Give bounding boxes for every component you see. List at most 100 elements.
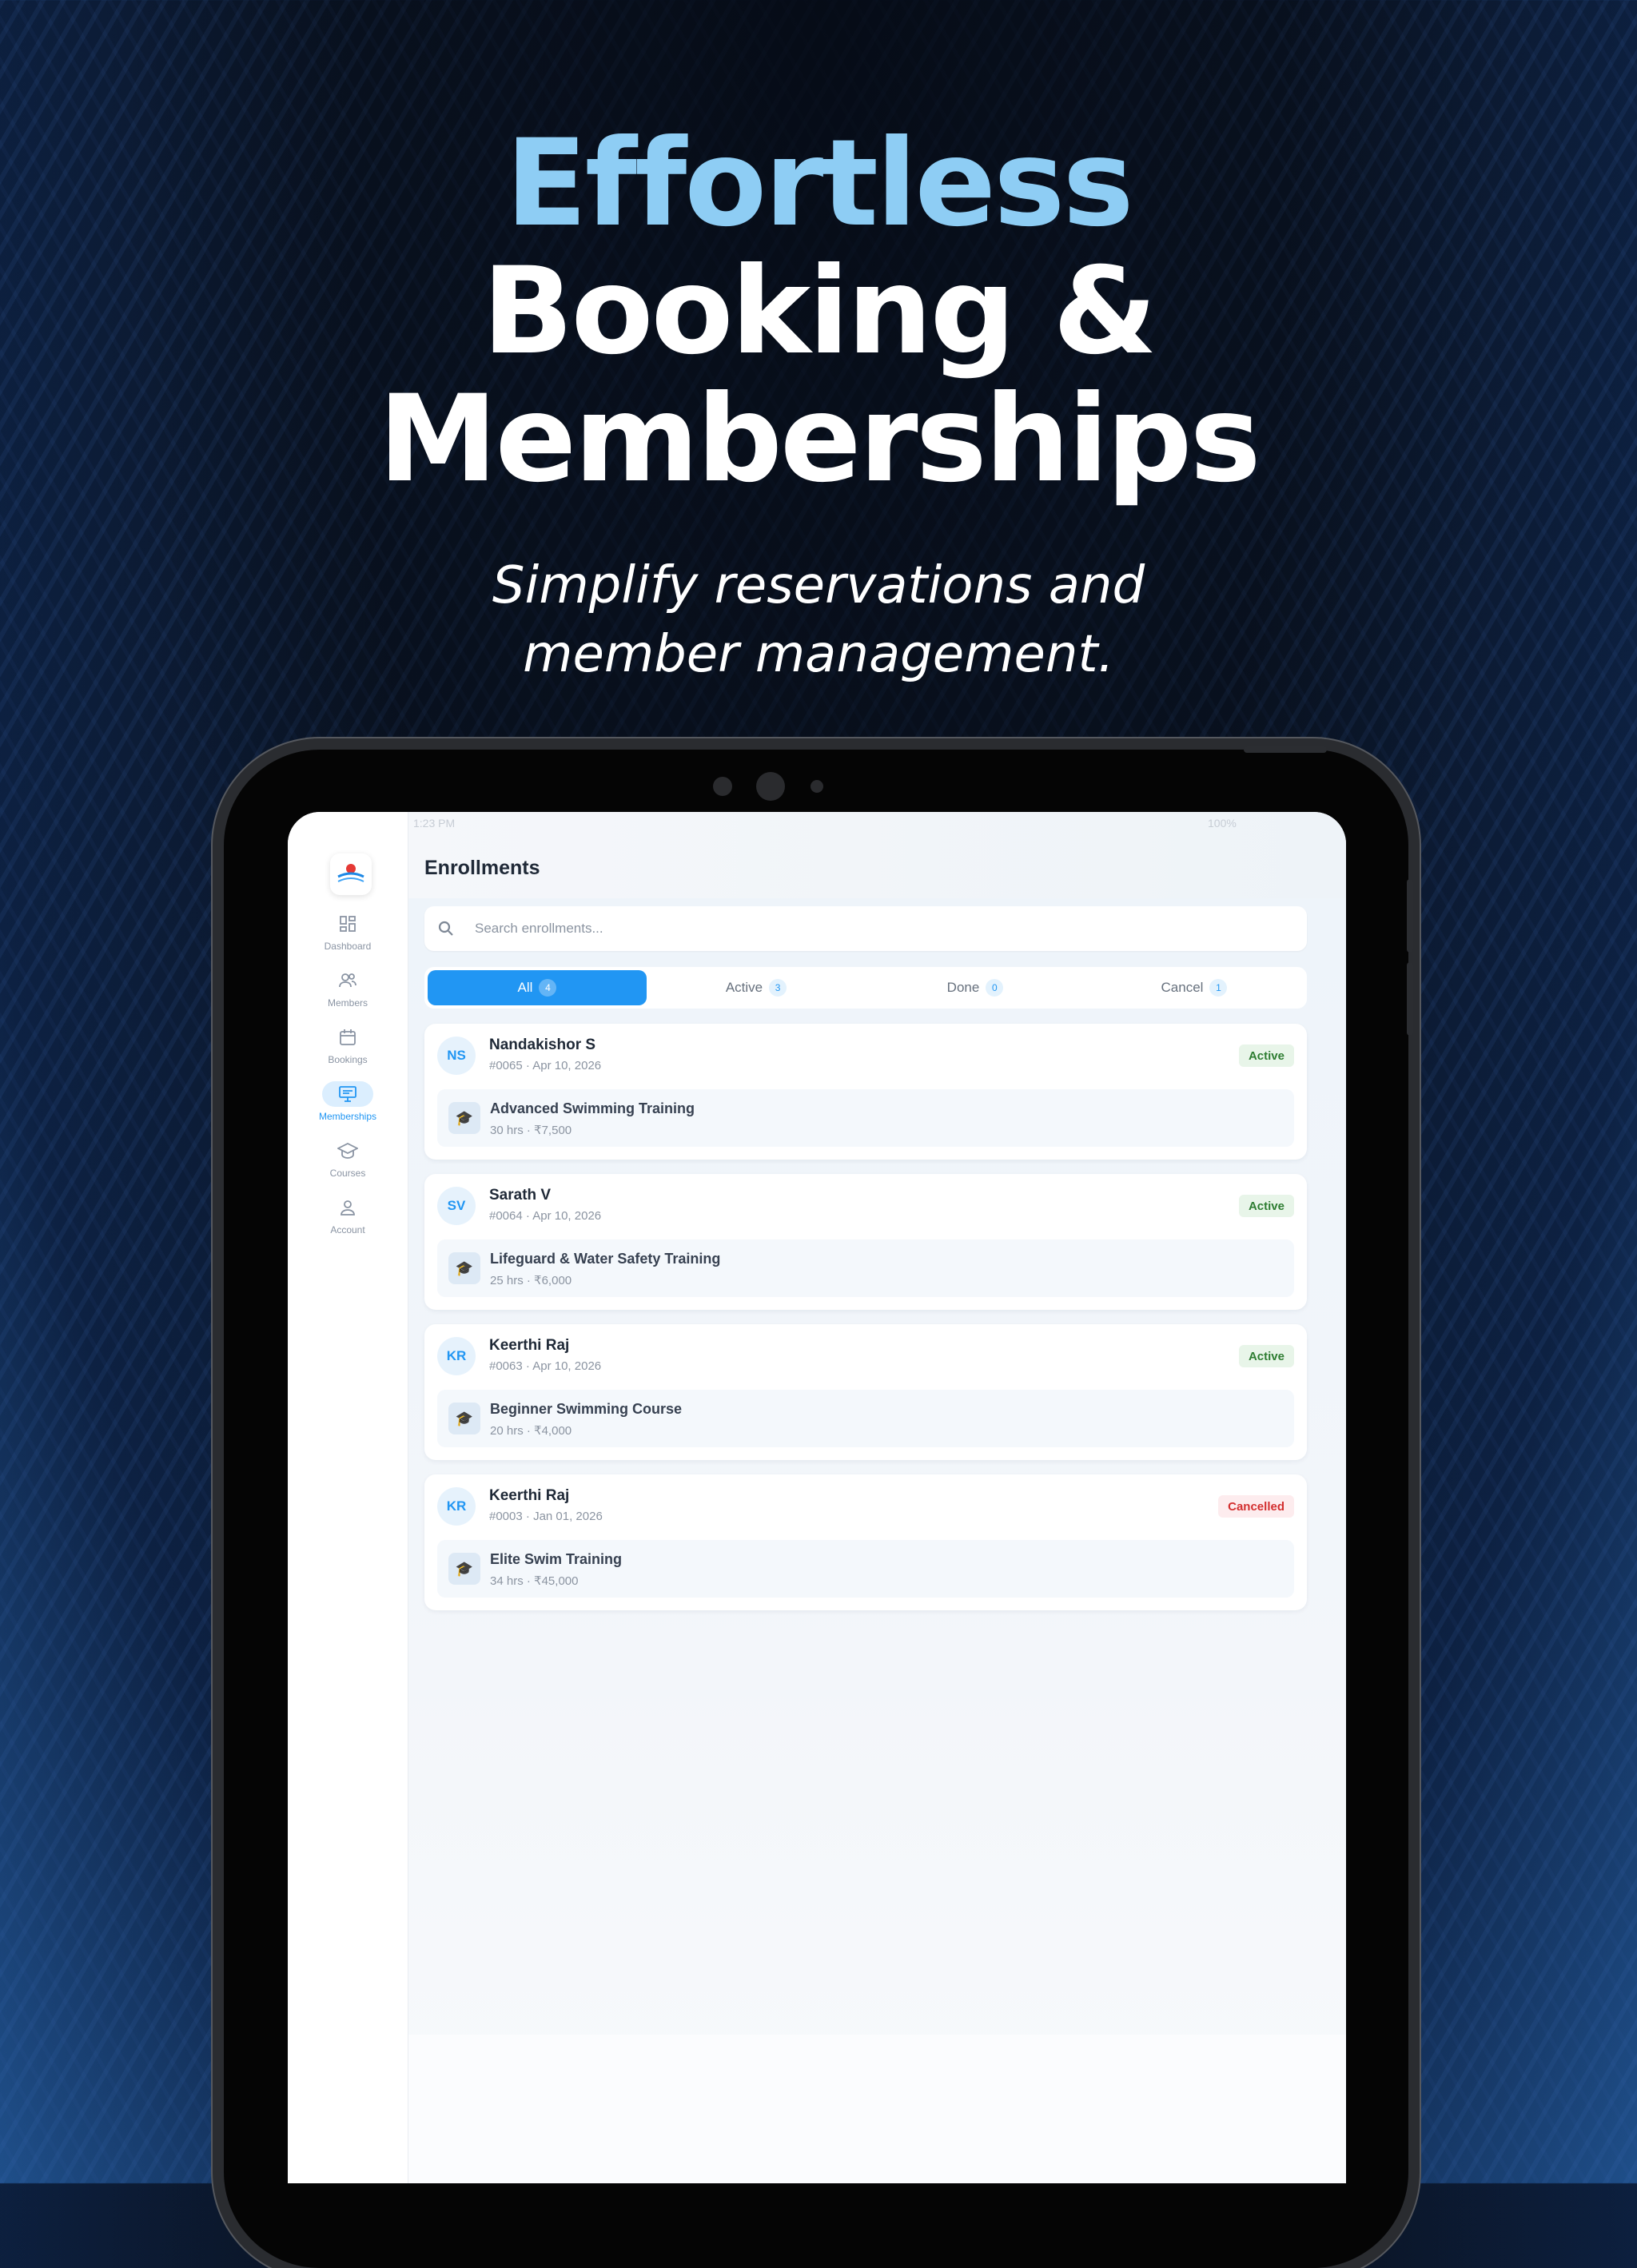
avatar: SV — [437, 1187, 476, 1225]
main-content: 1:23 PM 100% Enrollments Search enrollme… — [408, 812, 1346, 2183]
status-badge: Cancelled — [1218, 1495, 1294, 1518]
tab-all[interactable]: All 4 — [428, 970, 647, 1005]
header-bar: 1:23 PM 100% Enrollments — [408, 812, 1346, 898]
sidebar-item-bookings[interactable]: Bookings — [288, 1025, 408, 1072]
tab-label: All — [517, 980, 533, 995]
calendar-icon — [322, 1025, 373, 1050]
search-input[interactable]: Search enrollments... — [424, 906, 1307, 951]
graduation-cap-icon: 🎓 — [448, 1403, 480, 1434]
enrollment-meta: #0063 · Apr 10, 2026 — [489, 1359, 602, 1373]
enrollment-meta: #0065 · Apr 10, 2026 — [489, 1059, 602, 1072]
app-logo[interactable] — [330, 853, 372, 895]
tab-done[interactable]: Done 0 — [866, 970, 1085, 1005]
members-icon — [322, 968, 373, 993]
avatar: KR — [437, 1337, 476, 1375]
sidebar: Dashboard Members Bookings Memberships C… — [288, 812, 408, 2183]
filter-tabs: All 4 Active 3 Done 0 Cancel 1 — [424, 967, 1307, 1009]
app-screen: Dashboard Members Bookings Memberships C… — [288, 812, 1346, 2183]
hero-section: Effortless Booking & Memberships Simplif… — [0, 120, 1637, 689]
hero-subtitle-line1: Simplify reservations and — [492, 556, 1145, 615]
hero-subtitle-line2: member management. — [523, 625, 1114, 684]
search-placeholder: Search enrollments... — [475, 921, 603, 936]
enrollment-date: Jan 01, 2026 — [533, 1510, 603, 1523]
enrollment-id: #0063 — [489, 1359, 523, 1373]
sidebar-item-label: Bookings — [328, 1054, 368, 1065]
graduation-cap-icon: 🎓 — [448, 1252, 480, 1284]
camera-lens — [756, 772, 785, 801]
sidebar-item-members[interactable]: Members — [288, 968, 408, 1016]
tab-label: Done — [946, 980, 980, 995]
tab-count-badge: 0 — [986, 979, 1004, 997]
bottom-area — [408, 2035, 1346, 2183]
sidebar-item-courses[interactable]: Courses — [288, 1138, 408, 1186]
hero-title-line3: Memberships — [378, 370, 1261, 509]
hero-title: Effortless Booking & Memberships — [0, 120, 1637, 503]
course-price: ₹45,000 — [534, 1574, 579, 1588]
status-badge: Active — [1238, 1044, 1294, 1067]
enrollment-card[interactable]: KR Keerthi Raj #0003 · Jan 01, 2026 Canc… — [424, 1474, 1307, 1610]
course-meta: 30 hrs · ₹7,500 — [490, 1124, 572, 1137]
course-hours: 34 hrs — [490, 1574, 524, 1588]
course-price: ₹7,500 — [534, 1124, 572, 1137]
hero-subtitle: Simplify reservations and member managem… — [0, 551, 1637, 689]
enrollment-id: #0003 — [489, 1510, 523, 1523]
course-meta: 20 hrs · ₹4,000 — [490, 1424, 572, 1438]
logo-image — [337, 864, 364, 882]
course-name: Advanced Swimming Training — [490, 1100, 695, 1116]
course-row: 🎓 Elite Swim Training 34 hrs · ₹45,000 — [437, 1540, 1294, 1598]
sidebar-item-memberships[interactable]: Memberships — [288, 1081, 408, 1129]
tab-label: Active — [725, 980, 763, 995]
enrollment-id: #0064 — [489, 1209, 523, 1223]
membership-icon — [322, 1081, 373, 1107]
hero-title-line2: Booking & — [482, 242, 1157, 381]
course-hours: 25 hrs — [490, 1274, 524, 1287]
sidebar-item-label: Dashboard — [324, 941, 372, 952]
enrollment-card[interactable]: NS Nandakishor S #0065 · Apr 10, 2026 Ac… — [424, 1024, 1307, 1160]
enrollment-id: #0065 — [489, 1059, 523, 1072]
graduation-cap-icon — [322, 1138, 373, 1164]
course-row: 🎓 Beginner Swimming Course 20 hrs · ₹4,0… — [437, 1390, 1294, 1447]
person-icon — [322, 1195, 373, 1220]
status-badge: Active — [1238, 1195, 1294, 1217]
tab-count-badge: 4 — [539, 979, 557, 997]
member-name: Nandakishor S — [489, 1037, 596, 1053]
course-price: ₹4,000 — [534, 1424, 572, 1438]
search-icon — [437, 920, 455, 941]
avatar: NS — [437, 1037, 476, 1075]
course-name: Beginner Swimming Course — [490, 1401, 683, 1417]
status-battery: 100% — [1208, 817, 1237, 830]
sidebar-item-account[interactable]: Account — [288, 1195, 408, 1243]
enrollment-card[interactable]: SV Sarath V #0064 · Apr 10, 2026 Active … — [424, 1174, 1307, 1310]
course-hours: 30 hrs — [490, 1124, 524, 1137]
enrollment-date: Apr 10, 2026 — [532, 1359, 602, 1373]
enrollment-meta: #0064 · Apr 10, 2026 — [489, 1209, 602, 1223]
camera-dot-right — [811, 780, 823, 793]
page-title: Enrollments — [424, 857, 540, 879]
course-row: 🎓 Lifeguard & Water Safety Training 25 h… — [437, 1239, 1294, 1297]
member-name: Sarath V — [489, 1187, 552, 1204]
sidebar-item-label: Courses — [329, 1168, 366, 1179]
course-hours: 20 hrs — [490, 1424, 524, 1438]
sidebar-item-label: Memberships — [318, 1111, 377, 1122]
tab-cancel[interactable]: Cancel 1 — [1085, 970, 1304, 1005]
member-name: Keerthi Raj — [489, 1337, 570, 1354]
course-name: Lifeguard & Water Safety Training — [490, 1251, 721, 1267]
tab-active[interactable]: Active 3 — [647, 970, 866, 1005]
enrollment-date: Apr 10, 2026 — [532, 1059, 602, 1072]
device-top-button — [1244, 746, 1327, 753]
sidebar-item-label: Members — [327, 997, 368, 1009]
device-volume-down — [1407, 962, 1413, 1036]
course-meta: 34 hrs · ₹45,000 — [490, 1574, 579, 1588]
enrollment-date: Apr 10, 2026 — [532, 1209, 602, 1223]
course-row: 🎓 Advanced Swimming Training 30 hrs · ₹7… — [437, 1089, 1294, 1147]
course-name: Elite Swim Training — [490, 1551, 623, 1567]
sidebar-item-label: Account — [330, 1224, 365, 1235]
enrollment-card[interactable]: KR Keerthi Raj #0063 · Apr 10, 2026 Acti… — [424, 1324, 1307, 1460]
camera-dot-left — [713, 777, 732, 796]
enrollment-meta: #0003 · Jan 01, 2026 — [489, 1510, 603, 1523]
avatar: KR — [437, 1487, 476, 1526]
tab-count-badge: 1 — [1209, 979, 1228, 997]
sidebar-item-dashboard[interactable]: Dashboard — [288, 911, 408, 959]
device-volume-up — [1407, 879, 1413, 953]
dashboard-icon — [322, 911, 373, 937]
